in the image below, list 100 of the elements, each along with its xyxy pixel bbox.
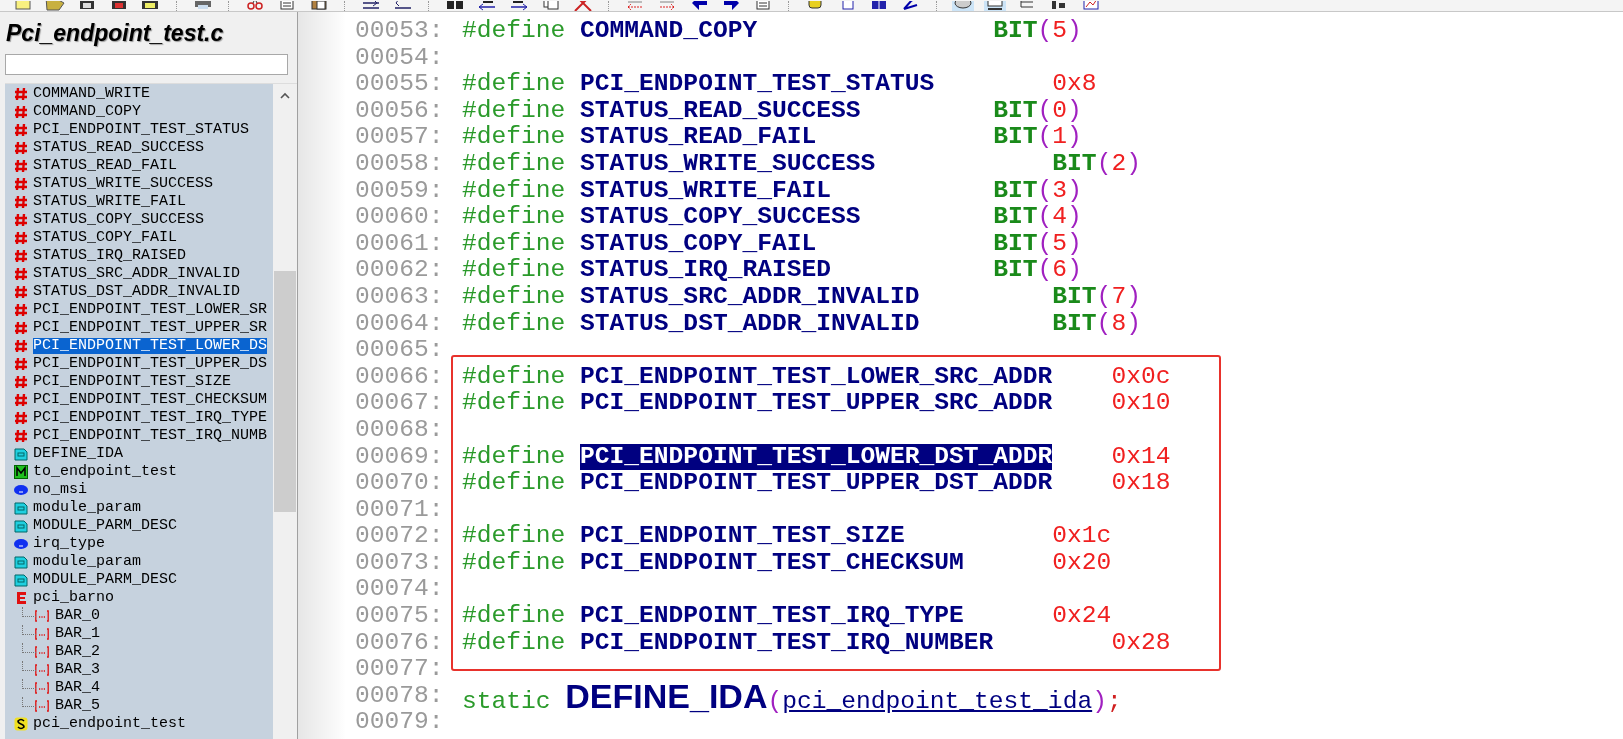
tree-item[interactable]: STATUS_IRQ_RAISED	[33, 248, 187, 264]
tree-item[interactable]: PCI_ENDPOINT_TEST_UPPER_DS	[33, 356, 268, 372]
binoculars-button[interactable]	[444, 1, 466, 11]
cross-icon	[573, 1, 593, 11]
document-icon	[14, 501, 28, 515]
tree-item[interactable]: MODULE_PARM_DESC	[33, 518, 178, 534]
tree-item[interactable]: PCI_ENDPOINT_TEST_IRQ_TYPE	[33, 410, 268, 426]
clipboard-button[interactable]	[308, 1, 330, 11]
number-literal: 4	[1052, 204, 1068, 231]
printer-button[interactable]	[192, 1, 214, 11]
macro-name: COMMAND_COPY	[580, 18, 758, 45]
macro-name: STATUS_DST_ADDR_INVALID	[580, 310, 920, 338]
tree-item[interactable]: COMMAND_COPY	[33, 104, 142, 120]
tree-item[interactable]: PCI_ENDPOINT_TEST_LOWER_SR	[33, 302, 268, 318]
tree-item[interactable]: pci_barno	[33, 590, 114, 606]
tree-item[interactable]: BAR_5	[55, 698, 100, 714]
tree-item[interactable]: COMMAND_WRITE	[33, 86, 151, 102]
macro-name: PCI_ENDPOINT_TEST_LOWER_DST_ADDR	[580, 443, 1053, 471]
hex-literal: 0x1c	[1052, 523, 1112, 550]
tree-item[interactable]: PCI_ENDPOINT_TEST_LOWER_DS	[33, 338, 268, 354]
tree-item[interactable]: BAR_4	[55, 680, 100, 696]
hash-icon	[14, 87, 28, 101]
scissors-button[interactable]	[244, 1, 266, 11]
chart-button[interactable]	[1080, 1, 1102, 11]
macro-name: STATUS_COPY_SUCCESS	[580, 204, 861, 231]
hash-icon	[14, 357, 28, 371]
tree-item[interactable]: PCI_ENDPOINT_TEST_UPPER_SR	[33, 320, 268, 336]
cross-button[interactable]	[572, 1, 594, 11]
scrollbar-thumb[interactable]	[274, 271, 296, 512]
search-field[interactable]	[5, 54, 288, 75]
tree-item[interactable]: PCI_ENDPOINT_TEST_SIZE	[33, 374, 232, 390]
parenthesis: )	[1126, 310, 1141, 338]
tree-item[interactable]: STATUS_COPY_SUCCESS	[33, 212, 205, 228]
indent-button[interactable]	[360, 1, 382, 11]
line-number: 00078:	[355, 682, 445, 710]
number-literal: 3	[1052, 177, 1068, 205]
semicolon: ;	[1106, 688, 1122, 716]
monitor-button[interactable]	[984, 1, 1006, 11]
line-number: 00072:	[355, 523, 445, 550]
tree-item[interactable]: module_param	[33, 500, 142, 516]
line-number: 00055:	[355, 71, 445, 98]
line-number: 00057:	[355, 124, 445, 151]
preprocessor-keyword: #define	[462, 97, 566, 125]
function-name: BIT	[993, 124, 1038, 151]
tree-item[interactable]: STATUS_SRC_ADDR_INVALID	[33, 266, 241, 282]
tree-item[interactable]: BAR_2	[55, 644, 100, 660]
tree-item[interactable]: STATUS_WRITE_SUCCESS	[33, 176, 214, 192]
tree-item[interactable]: STATUS_COPY_FAIL	[33, 230, 178, 246]
scroll-up-icon[interactable]	[279, 91, 291, 99]
preprocessor-keyword: #define	[462, 150, 566, 178]
preprocessor-keyword: #define	[462, 310, 566, 338]
preprocessor-keyword: #define	[462, 204, 566, 231]
parenthesis: (	[1096, 150, 1112, 178]
scissors-icon	[245, 1, 265, 11]
tree-item[interactable]: BAR_3	[55, 662, 100, 678]
parenthesis: )	[1092, 688, 1107, 716]
tree-item[interactable]: PCI_ENDPOINT_TEST_STATUS	[33, 122, 250, 138]
line-number: 00056:	[355, 97, 445, 125]
tree-item[interactable]: module_param	[33, 554, 142, 570]
hash-icon	[14, 375, 28, 389]
indent-button[interactable]	[392, 1, 414, 11]
preprocessor-keyword: #define	[462, 470, 566, 497]
tree-item[interactable]: pci_endpoint_test	[33, 716, 187, 732]
tree-item[interactable]: irq_type	[33, 536, 105, 552]
tree-item[interactable]: STATUS_WRITE_FAIL	[33, 194, 187, 210]
parenthesis: (	[1037, 18, 1053, 45]
tree-item[interactable]: STATUS_READ_SUCCESS	[33, 140, 205, 156]
preprocessor-keyword: #define	[462, 124, 566, 151]
tree-item[interactable]: PCI_ENDPOINT_TEST_IRQ_NUMB	[33, 428, 268, 444]
function-name: BIT	[993, 18, 1038, 45]
hash-icon	[14, 141, 28, 155]
tree-item[interactable]: DEFINE_IDA	[33, 446, 123, 462]
line-number: 00076:	[355, 629, 445, 657]
tree-item[interactable]: BAR_0	[55, 608, 100, 624]
bars-icon	[14, 591, 28, 605]
brackets-icon	[35, 699, 49, 713]
tree-item[interactable]: STATUS_READ_FAIL	[33, 158, 178, 174]
hex-literal: 0x24	[1052, 603, 1112, 630]
parenthesis: (	[1037, 124, 1053, 151]
line-number: 00068:	[355, 416, 445, 444]
preprocessor-keyword: #define	[462, 443, 566, 471]
preprocessor-keyword: #define	[462, 18, 566, 45]
square-icon	[14, 465, 28, 479]
number-literal: 7	[1111, 283, 1127, 311]
preprocessor-keyword: #define	[462, 523, 566, 550]
parenthesis: (	[1096, 310, 1112, 338]
tree-item[interactable]: MODULE_PARM_DESC	[33, 572, 178, 588]
tree-item[interactable]: STATUS_DST_ADDR_INVALID	[33, 284, 241, 300]
tree-item[interactable]: no_msi	[33, 482, 87, 498]
line-number: 00070:	[355, 470, 445, 497]
tree-item[interactable]: to_endpoint_test	[33, 464, 178, 480]
macro-name: PCI_ENDPOINT_TEST_LOWER_SRC_ADDR	[580, 363, 1053, 391]
macro-name: STATUS_READ_SUCCESS	[580, 97, 861, 125]
parenthesis: (	[1037, 177, 1053, 205]
tree-item[interactable]: PCI_ENDPOINT_TEST_CHECKSUM	[33, 392, 268, 408]
hash-icon	[14, 303, 28, 317]
hex-literal: 0x10	[1111, 390, 1171, 417]
tree-item[interactable]: BAR_1	[55, 626, 100, 642]
line-number: 00054:	[355, 44, 445, 72]
hash-icon	[14, 213, 28, 227]
